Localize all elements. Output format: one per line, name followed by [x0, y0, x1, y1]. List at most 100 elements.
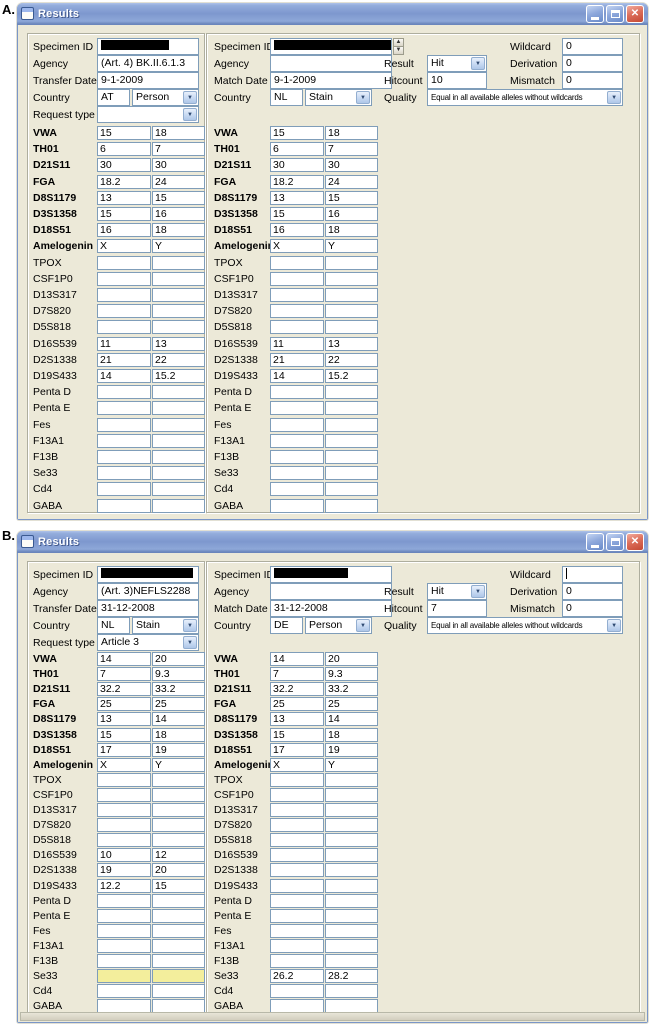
allele-input[interactable] [152, 818, 205, 832]
titlebar[interactable]: Results ✕ [17, 3, 648, 25]
minimize-button[interactable] [586, 4, 604, 23]
allele-input[interactable] [325, 482, 378, 496]
allele-input[interactable] [97, 482, 151, 496]
allele-input[interactable] [97, 385, 151, 399]
allele-input[interactable] [325, 909, 378, 923]
allele-input[interactable] [270, 418, 324, 432]
allele-input[interactable] [325, 450, 378, 464]
transfer-date-input[interactable]: 9-1-2009 [97, 72, 199, 89]
allele-input[interactable] [97, 272, 151, 286]
allele-input[interactable] [270, 304, 324, 318]
allele-input[interactable] [152, 320, 205, 334]
specimen-id-input[interactable] [97, 38, 199, 55]
wildcard-input[interactable]: 0 [562, 38, 623, 55]
allele-input[interactable]: Y [152, 758, 205, 772]
allele-input[interactable]: 16 [270, 223, 324, 237]
horizontal-scrollbar[interactable] [20, 1012, 645, 1021]
allele-input[interactable]: 14 [325, 712, 378, 726]
allele-input[interactable] [152, 954, 205, 968]
allele-input[interactable]: X [97, 758, 151, 772]
allele-input[interactable] [152, 939, 205, 953]
allele-input[interactable] [152, 256, 205, 270]
allele-input[interactable] [97, 788, 151, 802]
allele-input[interactable]: 32.2 [270, 682, 324, 696]
allele-input[interactable]: 22 [152, 353, 205, 367]
allele-input[interactable] [270, 466, 324, 480]
allele-input[interactable] [97, 833, 151, 847]
allele-input[interactable] [270, 773, 324, 787]
allele-input[interactable]: 19 [97, 863, 151, 877]
allele-input[interactable] [325, 499, 378, 513]
request-type-select[interactable]: Article 3 ▼ [97, 634, 199, 651]
allele-input[interactable]: 20 [325, 652, 378, 666]
allele-input[interactable]: 6 [97, 142, 151, 156]
allele-input[interactable] [325, 924, 378, 938]
allele-input[interactable] [325, 984, 378, 998]
allele-input[interactable] [97, 466, 151, 480]
allele-input[interactable]: 15 [152, 879, 205, 893]
allele-input[interactable] [325, 833, 378, 847]
allele-input[interactable] [325, 401, 378, 415]
allele-input[interactable] [152, 788, 205, 802]
allele-input[interactable] [152, 894, 205, 908]
allele-input[interactable] [325, 863, 378, 877]
allele-input[interactable] [152, 924, 205, 938]
allele-input[interactable] [325, 939, 378, 953]
allele-input[interactable] [270, 385, 324, 399]
allele-input[interactable]: 24 [325, 175, 378, 189]
allele-input[interactable]: 18 [325, 728, 378, 742]
allele-input[interactable]: 15 [97, 207, 151, 221]
match-date-input[interactable]: 9-1-2009 [270, 72, 392, 89]
allele-input[interactable]: 15 [97, 126, 151, 140]
allele-input[interactable]: 30 [152, 158, 205, 172]
allele-input[interactable]: Y [152, 239, 205, 253]
allele-input[interactable] [325, 803, 378, 817]
allele-input[interactable]: 17 [270, 743, 324, 757]
allele-input[interactable] [97, 924, 151, 938]
hitcount-input[interactable]: 7 [427, 600, 487, 617]
allele-input[interactable] [270, 984, 324, 998]
agency-input[interactable] [270, 583, 392, 600]
allele-input[interactable] [152, 499, 205, 513]
chevron-down-icon[interactable]: ▼ [183, 636, 197, 649]
allele-input[interactable]: 15.2 [325, 369, 378, 383]
allele-input[interactable]: 33.2 [152, 682, 205, 696]
allele-input[interactable] [270, 482, 324, 496]
result-select[interactable]: Hit ▼ [427, 55, 487, 72]
allele-input[interactable]: 25 [97, 697, 151, 711]
allele-input[interactable] [325, 773, 378, 787]
country-code-input[interactable]: DE [270, 617, 303, 634]
allele-input[interactable] [97, 256, 151, 270]
result-select[interactable]: Hit ▼ [427, 583, 487, 600]
allele-input[interactable] [270, 863, 324, 877]
allele-input[interactable] [270, 879, 324, 893]
allele-input[interactable] [97, 401, 151, 415]
allele-input[interactable] [325, 954, 378, 968]
allele-input[interactable] [152, 909, 205, 923]
allele-input[interactable] [152, 803, 205, 817]
allele-input[interactable] [270, 320, 324, 334]
allele-input[interactable] [270, 818, 324, 832]
allele-input[interactable] [97, 434, 151, 448]
allele-input[interactable]: 13 [325, 337, 378, 351]
allele-input[interactable] [97, 288, 151, 302]
agency-input[interactable]: (Art. 3)NEFLS2288 [97, 583, 199, 600]
allele-input[interactable]: 13 [270, 191, 324, 205]
allele-input[interactable]: 25 [325, 697, 378, 711]
allele-input[interactable]: 25 [270, 697, 324, 711]
allele-input[interactable] [270, 999, 324, 1013]
close-button[interactable]: ✕ [626, 4, 644, 23]
allele-input[interactable]: 14 [270, 369, 324, 383]
allele-input[interactable] [152, 833, 205, 847]
allele-input[interactable]: 20 [152, 652, 205, 666]
derivation-input[interactable]: 0 [562, 583, 623, 600]
allele-input[interactable] [97, 984, 151, 998]
allele-input[interactable]: 7 [97, 667, 151, 681]
allele-input[interactable]: 6 [270, 142, 324, 156]
allele-input[interactable] [270, 954, 324, 968]
mismatch-input[interactable]: 0 [562, 600, 623, 617]
allele-input[interactable] [325, 385, 378, 399]
allele-input[interactable] [152, 450, 205, 464]
allele-input[interactable] [325, 894, 378, 908]
allele-input[interactable]: 9.3 [325, 667, 378, 681]
